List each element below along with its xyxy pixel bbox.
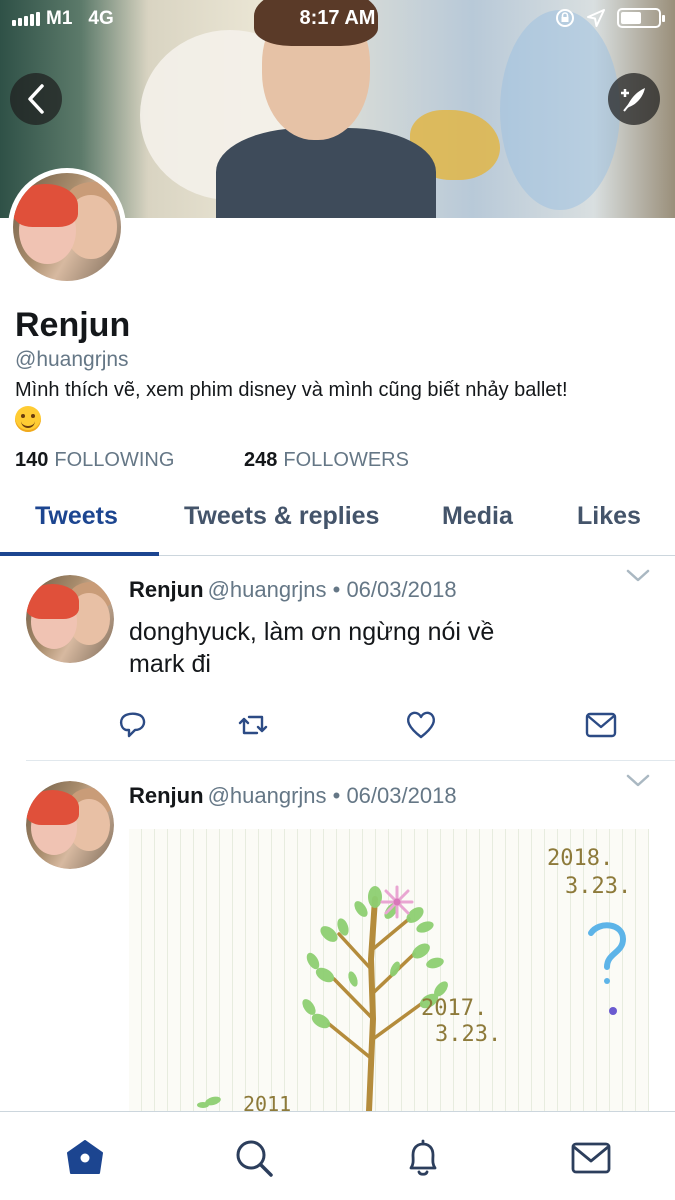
tree-drawing-illustration: 2018. 3.23. 2017. 3.23. 2011 xyxy=(197,846,631,1111)
tweet-avatar[interactable] xyxy=(26,781,114,869)
tweet-text: donghyuck, làm ơn ngừng nói về mark đi xyxy=(129,616,649,680)
compose-tweet-button[interactable] xyxy=(608,73,660,125)
drawing-date-text: 3.23. xyxy=(565,874,631,899)
tweet-media-image[interactable]: 2018. 3.23. 2017. 3.23. 2011 xyxy=(129,829,649,1111)
tab-tweets[interactable]: Tweets xyxy=(35,502,118,531)
drawing-date-text: 2011 xyxy=(243,1092,291,1111)
followers-label: FOLLOWERS xyxy=(283,449,409,471)
chevron-down-icon[interactable] xyxy=(626,569,650,583)
profile-avatar[interactable] xyxy=(8,168,126,286)
profile-bio: Mình thích vẽ, xem phim disney và mình c… xyxy=(15,376,655,432)
tweet-item[interactable]: Renjun @huangrjns • 06/03/2018 donghyuck,… xyxy=(0,556,675,760)
notifications-bell-icon[interactable] xyxy=(402,1137,444,1179)
smiling-face-emoji-icon xyxy=(15,405,41,432)
chevron-left-icon xyxy=(28,84,44,114)
tweet-avatar[interactable] xyxy=(26,575,114,663)
tweet-header: Renjun @huangrjns • 06/03/2018 xyxy=(129,577,457,603)
tweet-text-line: donghyuck, làm ơn ngừng nói về xyxy=(129,618,495,646)
profile-stats: 140 FOLLOWING 248 FOLLOWERS xyxy=(15,449,409,472)
following-label: FOLLOWING xyxy=(54,449,175,471)
like-heart-icon[interactable] xyxy=(404,708,438,742)
profile-tabs: Tweets Tweets & replies Media Likes xyxy=(0,490,675,556)
tab-media[interactable]: Media xyxy=(442,502,513,531)
status-bar: M1 4G 8:17 AM xyxy=(0,0,675,36)
home-icon[interactable] xyxy=(64,1137,106,1179)
back-button[interactable] xyxy=(10,73,62,125)
feather-compose-icon xyxy=(621,88,645,112)
battery-icon xyxy=(617,8,665,28)
drawing-date-text: 2018. xyxy=(547,846,613,871)
tab-likes[interactable]: Likes xyxy=(577,502,641,531)
location-icon xyxy=(587,9,605,27)
chevron-down-icon[interactable] xyxy=(626,774,650,788)
followers-count: 248 xyxy=(244,449,278,471)
tweet-author-name: Renjun xyxy=(129,783,204,808)
following-stat[interactable]: 140 FOLLOWING xyxy=(15,449,244,472)
messages-envelope-icon[interactable] xyxy=(570,1137,612,1179)
drawing-date-text: 3.23. xyxy=(435,1022,501,1047)
tweet-actions xyxy=(0,708,675,744)
drawing-date-text: 2017. xyxy=(421,996,487,1021)
profile-name: Renjun xyxy=(15,306,131,344)
direct-message-icon[interactable] xyxy=(584,708,618,742)
tab-tweets-replies[interactable]: Tweets & replies xyxy=(184,502,379,531)
followers-stat[interactable]: 248 FOLLOWERS xyxy=(244,449,409,472)
tweet-meta: @huangrjns • 06/03/2018 xyxy=(207,783,457,808)
search-icon[interactable] xyxy=(233,1137,275,1179)
bio-text: Mình thích vẽ, xem phim disney và mình c… xyxy=(15,379,568,401)
following-count: 140 xyxy=(15,449,49,471)
tweet-author-name: Renjun xyxy=(129,577,204,602)
retweet-icon[interactable] xyxy=(236,708,270,742)
tweet-text-line: mark đi xyxy=(129,650,211,678)
rotation-lock-icon xyxy=(556,9,574,27)
reply-icon[interactable] xyxy=(116,708,150,742)
bottom-tab-bar xyxy=(0,1111,675,1200)
profile-handle: @huangrjns xyxy=(15,348,129,371)
tweet-header: Renjun @huangrjns • 06/03/2018 xyxy=(129,783,457,809)
tweet-meta: @huangrjns • 06/03/2018 xyxy=(207,577,457,602)
